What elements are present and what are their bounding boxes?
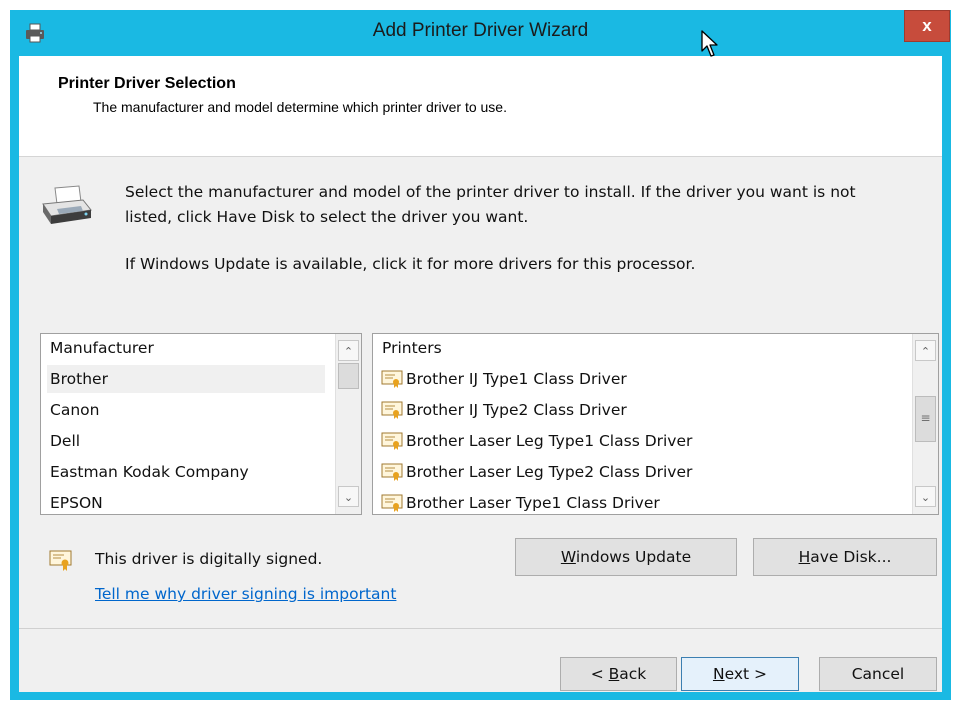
printer-item[interactable]: Brother Laser Leg Type1 Class Driver <box>381 427 692 455</box>
page-title: Printer Driver Selection <box>58 75 236 92</box>
have-disk-button[interactable]: Have Disk... <box>753 538 937 576</box>
printers-list[interactable]: Printers Brother IJ Type1 Class Driver B… <box>372 333 939 515</box>
certificate-icon <box>381 494 403 512</box>
instruction-line-2: listed, click Have Disk to select the dr… <box>125 208 529 226</box>
manufacturer-scrollbar[interactable]: ⌃ ⌄ <box>335 334 361 514</box>
wizard-body: Printer Driver Selection The manufacture… <box>19 56 942 692</box>
printer-item[interactable]: Brother IJ Type1 Class Driver <box>381 365 627 393</box>
scroll-down-arrow-icon[interactable]: ⌄ <box>338 486 359 507</box>
printer-item-label: Brother Laser Type1 Class Driver <box>406 494 660 512</box>
manufacturer-list[interactable]: Manufacturer Brother Canon Dell Eastman … <box>40 333 362 515</box>
printer-item-label: Brother IJ Type1 Class Driver <box>406 370 627 388</box>
instruction-line-1: Select the manufacturer and model of the… <box>125 183 856 201</box>
scroll-thumb[interactable]: ≡ <box>915 396 936 442</box>
instruction-line-3: If Windows Update is available, click it… <box>125 255 696 273</box>
manufacturer-item-eastman-kodak[interactable]: Eastman Kodak Company <box>50 458 249 486</box>
driver-signing-link[interactable]: Tell me why driver signing is important <box>95 585 396 603</box>
printer-item[interactable]: Brother Laser Leg Type2 Class Driver <box>381 458 692 486</box>
footer-divider <box>19 628 942 629</box>
scroll-thumb[interactable] <box>338 363 359 389</box>
certificate-icon <box>381 432 403 450</box>
certificate-icon <box>381 401 403 419</box>
certificate-icon <box>381 463 403 481</box>
cancel-button[interactable]: Cancel <box>819 657 937 691</box>
manufacturer-item-epson[interactable]: EPSON <box>50 489 103 514</box>
scroll-up-arrow-icon[interactable]: ⌃ <box>338 340 359 361</box>
printers-scrollbar[interactable]: ⌃ ≡ ⌄ <box>912 334 938 514</box>
mouse-pointer-icon <box>701 30 721 62</box>
manufacturer-item-canon[interactable]: Canon <box>50 396 99 424</box>
printer-item[interactable]: Brother IJ Type2 Class Driver <box>381 396 627 424</box>
scroll-up-arrow-icon[interactable]: ⌃ <box>915 340 936 361</box>
manufacturer-item-dell[interactable]: Dell <box>50 427 80 455</box>
manufacturer-item-brother[interactable]: Brother <box>47 365 325 393</box>
page-subtitle: The manufacturer and model determine whi… <box>93 99 507 115</box>
manufacturer-list-header: Manufacturer <box>50 339 154 357</box>
printers-list-header: Printers <box>382 339 442 357</box>
scroll-down-arrow-icon[interactable]: ⌄ <box>915 486 936 507</box>
close-button[interactable]: x <box>904 10 950 42</box>
certificate-icon <box>381 370 403 388</box>
back-button[interactable]: < Back <box>560 657 677 691</box>
printer-item-label: Brother Laser Leg Type1 Class Driver <box>406 432 693 450</box>
printer-item[interactable]: Brother Laser Type1 Class Driver <box>381 489 660 514</box>
window-title: Add Printer Driver Wizard <box>372 20 589 41</box>
printer-item-label: Brother IJ Type2 Class Driver <box>406 401 627 419</box>
signed-status-text: This driver is digitally signed. <box>95 550 323 568</box>
title-bar[interactable]: Add Printer Driver Wizard x <box>10 10 951 56</box>
printer-item-label: Brother Laser Leg Type2 Class Driver <box>406 463 693 481</box>
next-button[interactable]: Next > <box>681 657 799 691</box>
wizard-header: Printer Driver Selection The manufacture… <box>19 56 942 157</box>
windows-update-button[interactable]: Windows Update <box>515 538 737 576</box>
wizard-window: Add Printer Driver Wizard x Printer Driv… <box>10 10 951 700</box>
certificate-icon <box>49 550 73 576</box>
printer-icon <box>39 184 95 232</box>
